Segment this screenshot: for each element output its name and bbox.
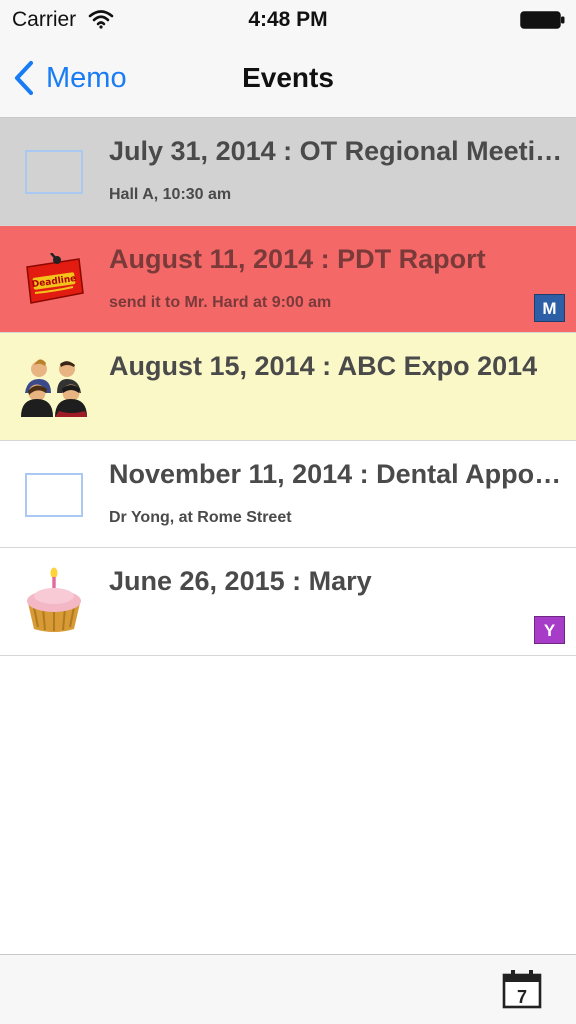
event-title: August 15, 2014 : ABC Expo 2014 [109,351,538,381]
event-subtitle: send it to Mr. Hard at 9:00 am [109,293,332,311]
calendar-day-label: 7 [517,987,527,1007]
status-bar: Carrier 4:48 PM [0,0,576,40]
navigation-bar: Memo Events [0,40,576,118]
event-subtitle: Hall A, 10:30 am [109,186,232,203]
calendar-icon: 7 [502,970,542,1009]
event-row[interactable]: November 11, 2014 : Dental Appointment D… [0,440,576,548]
empty-box-icon [18,459,90,531]
event-title: June 26, 2015 : Mary [109,566,372,596]
event-row[interactable]: July 31, 2014 : OT Regional Meeting Hall… [0,118,576,226]
deadline-note-icon: Deadline [18,244,90,316]
events-list: July 31, 2014 : OT Regional Meeting Hall… [0,118,576,656]
bottom-toolbar: 7 [0,954,576,1024]
calendar-button[interactable]: 7 [502,969,542,1009]
event-row[interactable]: August 15, 2014 : ABC Expo 2014 [0,333,576,441]
birthday-cake-icon [18,566,90,638]
event-row[interactable]: June 26, 2015 : Mary Y [0,548,576,656]
event-title: November 11, 2014 : Dental Appointment [109,458,567,489]
status-time: 4:48 PM [248,8,328,31]
category-badge: Y [534,616,565,644]
empty-box-icon [18,136,90,208]
event-row[interactable]: Deadline August 11, 2014 : PDT Raport se… [0,225,576,333]
people-meeting-icon [18,351,90,423]
page-title: Events [242,62,334,93]
event-subtitle: Dr Yong, at Rome Street [109,508,292,526]
event-title: August 11, 2014 : PDT Raport [109,243,486,274]
battery-icon [520,11,565,29]
category-badge: M [534,293,565,322]
event-title: July 31, 2014 : OT Regional Meeting [109,136,567,166]
